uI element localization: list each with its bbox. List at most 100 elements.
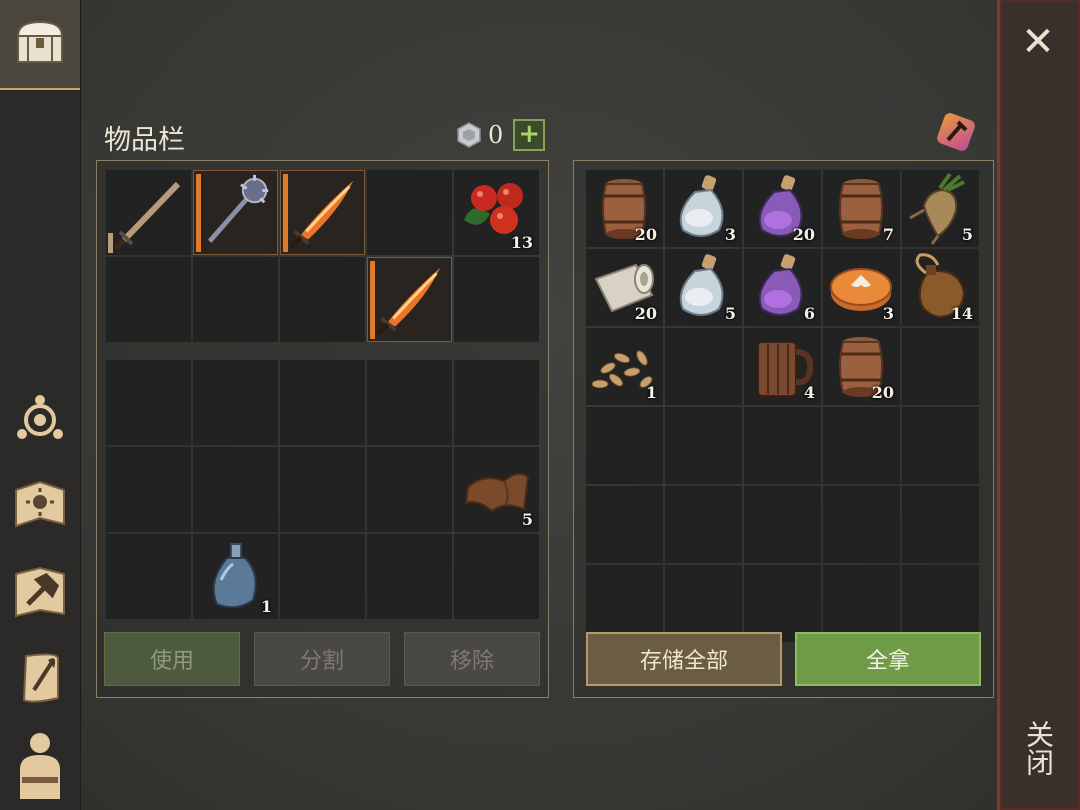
equipped-slot[interactable] bbox=[280, 170, 365, 255]
currency-value: 0 bbox=[488, 121, 504, 149]
backpack-slot[interactable] bbox=[454, 534, 539, 619]
container-slot[interactable]: 7 bbox=[823, 170, 900, 247]
sidebar bbox=[0, 0, 81, 810]
container-slot[interactable] bbox=[665, 565, 742, 642]
container-slot[interactable] bbox=[665, 407, 742, 484]
split-button[interactable]: 分割 bbox=[254, 632, 390, 686]
item-count: 3 bbox=[882, 304, 894, 323]
item-count: 1 bbox=[260, 597, 272, 616]
equipped-slot[interactable] bbox=[367, 170, 452, 255]
container-slot[interactable]: 14 bbox=[902, 249, 979, 326]
backpack-slot[interactable] bbox=[106, 534, 191, 619]
equipped-slot[interactable] bbox=[106, 257, 191, 342]
equipped-slot[interactable] bbox=[454, 257, 539, 342]
item-count: 5 bbox=[521, 510, 533, 529]
backpack-slot[interactable] bbox=[454, 360, 539, 445]
container-slot[interactable] bbox=[902, 486, 979, 563]
mace-steel-icon bbox=[194, 171, 277, 254]
container-slot[interactable]: 5 bbox=[902, 170, 979, 247]
container-slot[interactable] bbox=[665, 486, 742, 563]
item-count: 4 bbox=[803, 383, 815, 402]
sort-icon[interactable] bbox=[934, 110, 978, 154]
take-all-button[interactable]: 全拿 bbox=[795, 632, 981, 686]
container-slot[interactable]: 6 bbox=[744, 249, 821, 326]
close-icon[interactable]: ✕ bbox=[1018, 22, 1058, 62]
container-slot[interactable]: 20 bbox=[586, 170, 663, 247]
map-icon[interactable] bbox=[8, 472, 72, 536]
item-count: 13 bbox=[510, 233, 533, 252]
container-slot[interactable] bbox=[902, 407, 979, 484]
item-count: 20 bbox=[871, 383, 894, 402]
backpack-slot[interactable] bbox=[280, 447, 365, 532]
quest-scroll-icon[interactable] bbox=[8, 646, 72, 710]
container-slot[interactable]: 3 bbox=[823, 249, 900, 326]
character-icon[interactable] bbox=[8, 732, 72, 799]
equipped-slot[interactable] bbox=[193, 257, 278, 342]
item-count: 7 bbox=[882, 225, 894, 244]
container-slot[interactable]: 1 bbox=[586, 328, 663, 405]
item-count: 20 bbox=[634, 304, 657, 323]
container-slot[interactable] bbox=[586, 407, 663, 484]
equipped-grid: 13 bbox=[106, 170, 539, 342]
remove-button[interactable]: 移除 bbox=[404, 632, 540, 686]
equipped-slot[interactable] bbox=[106, 170, 191, 255]
container-slot[interactable] bbox=[823, 407, 900, 484]
durability-bar bbox=[283, 174, 288, 252]
backpack-slot[interactable] bbox=[106, 360, 191, 445]
container-slot[interactable] bbox=[744, 565, 821, 642]
crafting-icon[interactable] bbox=[8, 560, 72, 624]
container-grid: 20 3 20 7 5 20 5 6 3 14 1 4 20 bbox=[586, 170, 979, 642]
backpack-slot[interactable] bbox=[193, 360, 278, 445]
container-slot[interactable]: 20 bbox=[744, 170, 821, 247]
container-slot[interactable] bbox=[902, 328, 979, 405]
container-slot[interactable]: 20 bbox=[586, 249, 663, 326]
equipped-slot[interactable] bbox=[193, 170, 278, 255]
skills-icon[interactable] bbox=[8, 386, 72, 450]
coin-icon bbox=[457, 122, 481, 148]
container-slot[interactable]: 20 bbox=[823, 328, 900, 405]
item-count: 1 bbox=[645, 383, 657, 402]
equipped-slot[interactable]: 13 bbox=[454, 170, 539, 255]
backpack-slot[interactable] bbox=[280, 360, 365, 445]
item-count: 5 bbox=[961, 225, 973, 244]
close-panel[interactable]: ✕ 关闭 bbox=[997, 0, 1080, 810]
item-count: 20 bbox=[634, 225, 657, 244]
sword-wood-icon bbox=[106, 170, 191, 255]
container-slot[interactable] bbox=[586, 486, 663, 563]
backpack-slot[interactable]: 5 bbox=[454, 447, 539, 532]
chest-icon[interactable] bbox=[8, 10, 72, 74]
item-count: 3 bbox=[724, 225, 736, 244]
equipped-slot[interactable] bbox=[280, 257, 365, 342]
use-button[interactable]: 使用 bbox=[104, 632, 240, 686]
backpack-slot[interactable] bbox=[193, 447, 278, 532]
close-label[interactable]: 关闭 bbox=[1022, 720, 1058, 776]
backpack-slot[interactable] bbox=[367, 360, 452, 445]
container-slot[interactable]: 5 bbox=[665, 249, 742, 326]
container-slot[interactable] bbox=[665, 328, 742, 405]
durability-bar bbox=[370, 261, 375, 339]
durability-bar bbox=[108, 233, 113, 253]
equipped-slot[interactable] bbox=[367, 257, 452, 342]
backpack-slot[interactable] bbox=[106, 447, 191, 532]
add-currency-button[interactable]: + bbox=[513, 119, 546, 151]
container-slot[interactable] bbox=[744, 486, 821, 563]
item-count: 5 bbox=[724, 304, 736, 323]
sword-flame-icon bbox=[368, 258, 451, 341]
sword-flame-icon bbox=[281, 171, 364, 254]
inventory-title: 物品栏 bbox=[104, 125, 185, 156]
item-count: 14 bbox=[950, 304, 973, 323]
backpack-slot[interactable] bbox=[367, 447, 452, 532]
container-slot[interactable] bbox=[823, 565, 900, 642]
container-slot[interactable] bbox=[744, 407, 821, 484]
item-count: 6 bbox=[803, 304, 815, 323]
container-slot[interactable] bbox=[823, 486, 900, 563]
container-slot[interactable] bbox=[902, 565, 979, 642]
backpack-slot[interactable]: 1 bbox=[193, 534, 278, 619]
backpack-slot[interactable] bbox=[367, 534, 452, 619]
durability-bar bbox=[196, 174, 201, 252]
container-slot[interactable]: 3 bbox=[665, 170, 742, 247]
backpack-slot[interactable] bbox=[280, 534, 365, 619]
store-all-button[interactable]: 存储全部 bbox=[586, 632, 782, 686]
container-slot[interactable] bbox=[586, 565, 663, 642]
container-slot[interactable]: 4 bbox=[744, 328, 821, 405]
